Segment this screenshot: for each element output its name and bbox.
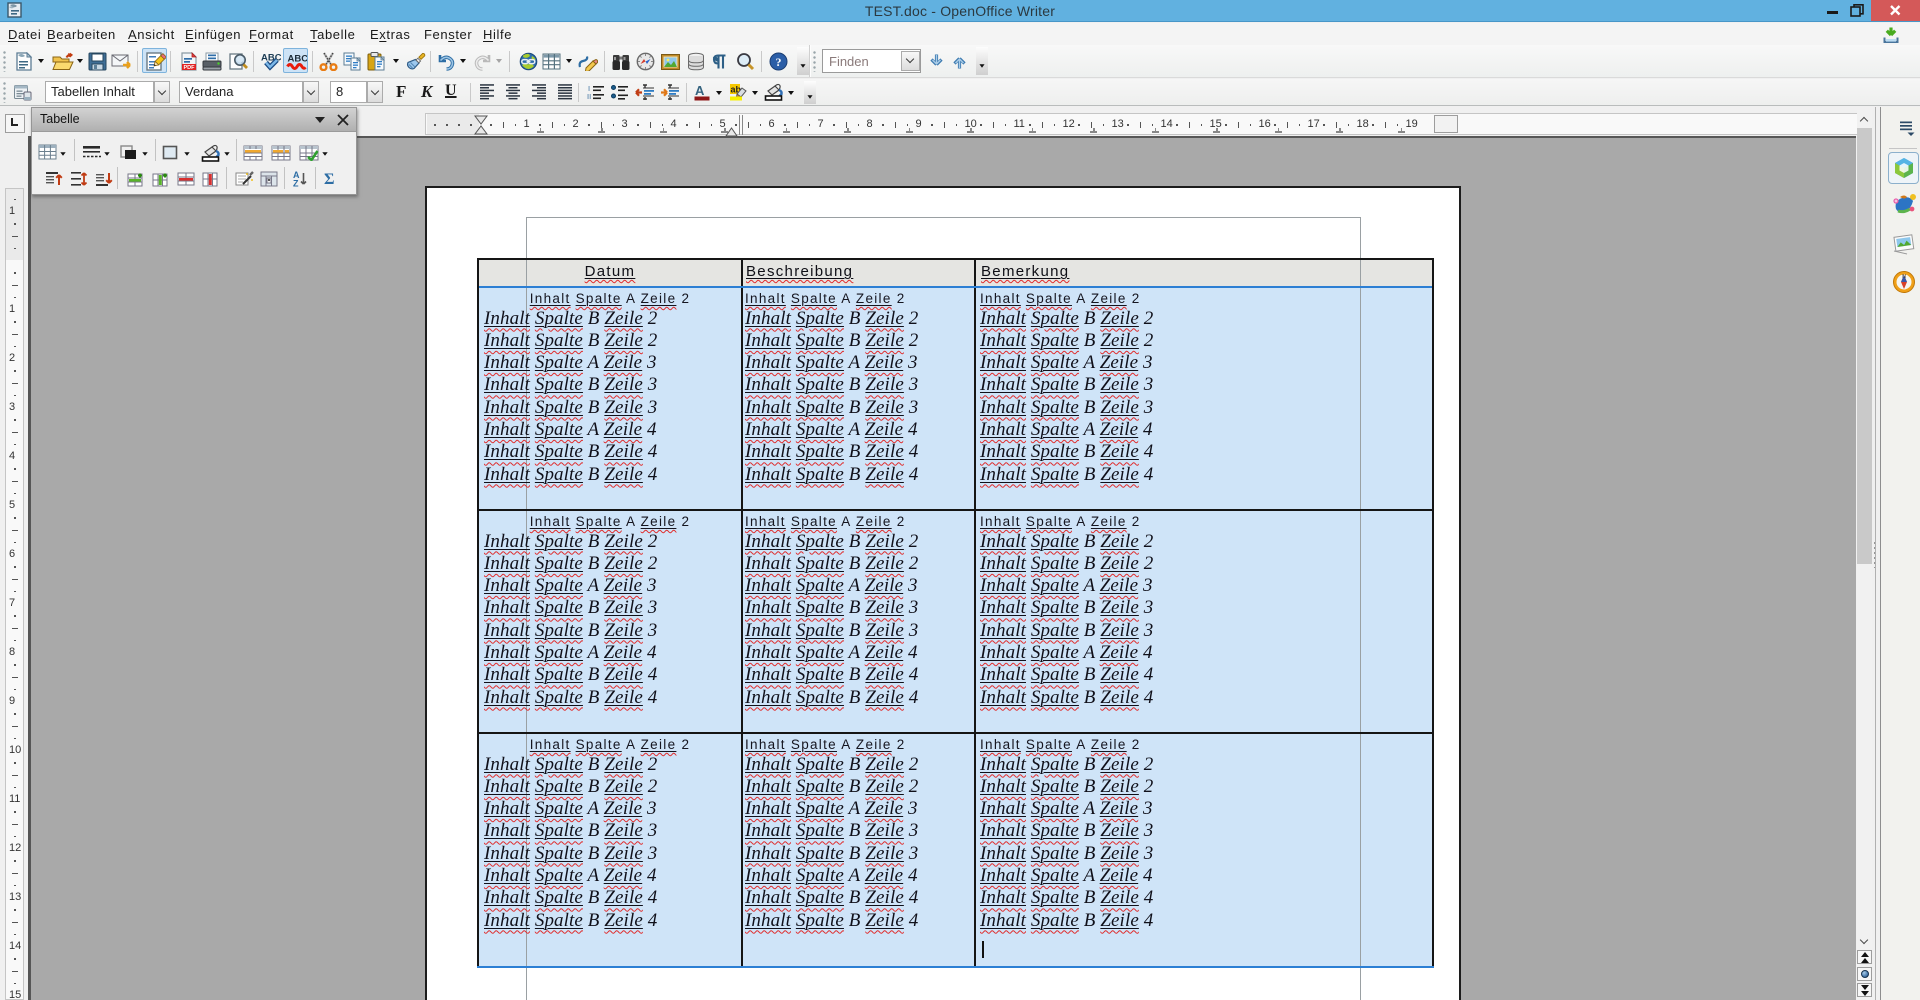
svg-text:N: N: [1902, 274, 1906, 280]
svg-text:?: ?: [776, 55, 782, 69]
svg-text:Z: Z: [293, 179, 299, 188]
svg-text:A: A: [695, 83, 705, 98]
svg-text:PDF: PDF: [184, 65, 196, 71]
svg-text:Σ: Σ: [324, 171, 334, 186]
svg-text:II: II: [587, 92, 591, 101]
svg-text:ABC: ABC: [288, 54, 308, 65]
